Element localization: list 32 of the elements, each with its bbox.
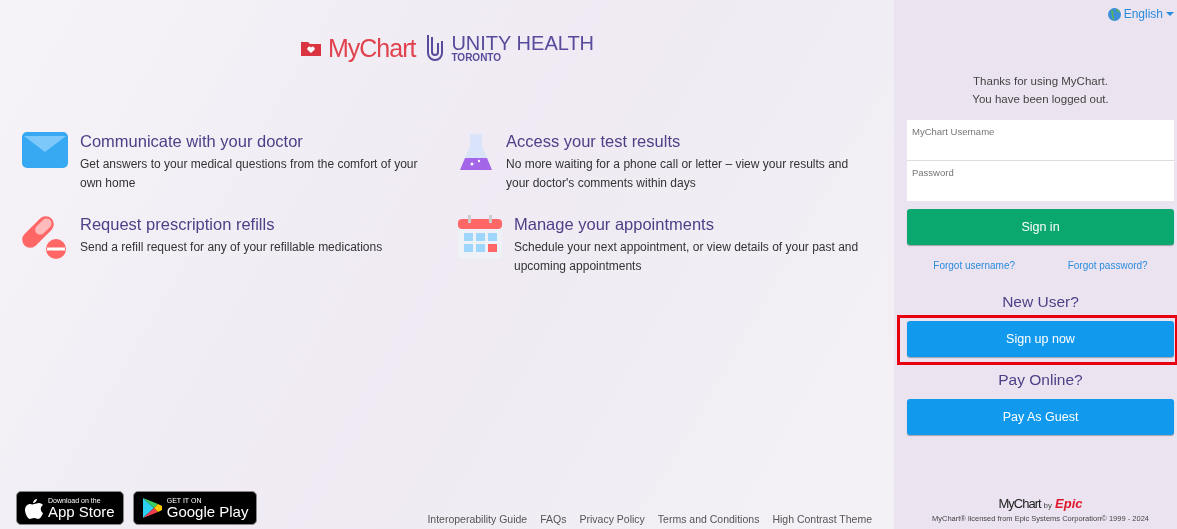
feature-description: Send a refill request for any of your refillable medications <box>80 239 384 256</box>
envelope-icon <box>22 132 68 168</box>
feature-title: Communicate with your doctor <box>80 132 304 151</box>
epic-logo: Epic <box>1055 496 1083 511</box>
footer-link[interactable]: High Contrast Theme <box>772 513 872 525</box>
play-triangle-icon <box>141 497 162 519</box>
pay-online-heading: Pay Online? <box>998 371 1083 389</box>
organization-city: TORONTO <box>451 53 503 63</box>
footer-link[interactable]: Terms and Conditions <box>657 513 760 525</box>
folder-heart-icon <box>299 39 322 57</box>
feature-description: Schedule your next appointment, or view details of your past and upcoming appointments <box>514 239 860 275</box>
new-user-heading: New User? <box>1002 293 1079 311</box>
footer-link[interactable]: FAQs <box>540 513 567 525</box>
logout-message: Thanks for using MyChart. <box>973 74 1108 89</box>
by-label: by <box>1043 501 1053 510</box>
feature-description: No more waiting for a phone call or letter – view your results and your doctor's comments within days <box>506 156 850 192</box>
mychart-logo: MyChart <box>327 33 416 63</box>
mychart-logo: MyChart <box>998 496 1041 511</box>
feature-title: Access your test results <box>506 132 682 151</box>
pills-icon <box>22 215 68 261</box>
logout-message: You have been logged out. <box>972 92 1109 107</box>
footer-link[interactable]: Interoperability Guide <box>427 513 528 525</box>
feature-title: Request prescription refills <box>80 215 276 234</box>
feature-description: Get answers to your medical questions from the comfort of your own home <box>80 156 419 192</box>
apple-icon <box>25 497 43 519</box>
organization-name: UNITY HEALTH <box>451 33 595 53</box>
password-field[interactable]: Password <box>907 161 1174 201</box>
username-field[interactable]: MyChart Username <box>907 120 1174 160</box>
feature-title: Manage your appointments <box>514 215 715 234</box>
calendar-icon <box>458 215 502 259</box>
globe-icon <box>1107 7 1121 21</box>
footer-link[interactable]: Privacy Policy <box>579 513 645 525</box>
